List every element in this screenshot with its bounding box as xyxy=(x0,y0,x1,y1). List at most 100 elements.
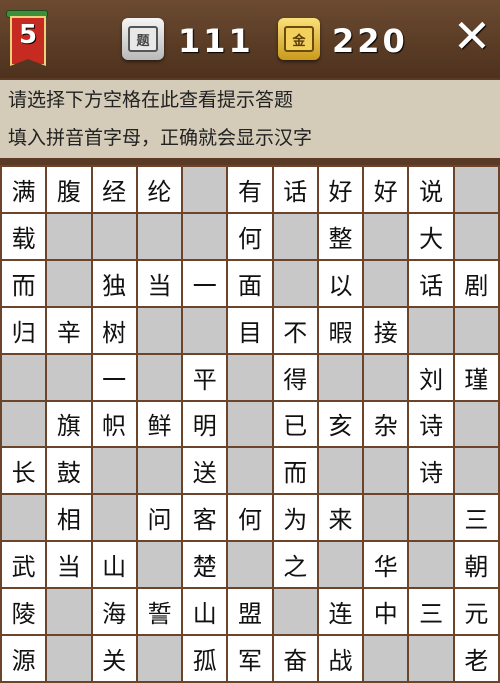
grid-cell-empty[interactable] xyxy=(137,213,182,259)
grid-cell-filled[interactable]: 三 xyxy=(454,495,498,541)
grid-cell-empty[interactable] xyxy=(318,354,363,400)
grid-cell-empty[interactable] xyxy=(2,495,46,541)
grid-cell-filled[interactable]: 帜 xyxy=(92,401,136,447)
grid-cell-empty[interactable] xyxy=(228,401,272,447)
grid-cell-empty[interactable] xyxy=(47,213,91,259)
grid-cell-empty[interactable] xyxy=(454,401,498,447)
grid-cell-filled[interactable]: 得 xyxy=(273,354,317,400)
grid-cell-empty[interactable] xyxy=(273,213,317,259)
grid-cell-filled[interactable]: 长 xyxy=(2,448,46,494)
grid-cell-empty[interactable] xyxy=(183,307,227,353)
grid-cell-empty[interactable] xyxy=(364,213,408,259)
grid-cell-filled[interactable]: 华 xyxy=(364,542,408,588)
grid-cell-empty[interactable] xyxy=(47,589,91,635)
grid-cell-filled[interactable]: 而 xyxy=(273,448,317,494)
grid-cell-filled[interactable]: 剧 xyxy=(454,260,498,306)
grid-cell-empty[interactable] xyxy=(137,542,182,588)
grid-cell-empty[interactable] xyxy=(364,495,408,541)
grid-cell-empty[interactable] xyxy=(228,448,272,494)
grid-cell-filled[interactable]: 山 xyxy=(92,542,136,588)
grid-cell-empty[interactable] xyxy=(47,636,91,681)
grid-cell-filled[interactable]: 一 xyxy=(92,354,136,400)
grid-cell-empty[interactable] xyxy=(47,354,91,400)
grid-cell-empty[interactable] xyxy=(273,260,317,306)
grid-cell-empty[interactable] xyxy=(228,354,272,400)
grid-cell-filled[interactable]: 鲜 xyxy=(137,401,182,447)
grid-cell-filled[interactable]: 好 xyxy=(364,167,408,212)
grid-cell-filled[interactable]: 接 xyxy=(364,307,408,353)
grid-cell-filled[interactable]: 面 xyxy=(228,260,272,306)
grid-cell-filled[interactable]: 旗 xyxy=(47,401,91,447)
grid-cell-filled[interactable]: 载 xyxy=(2,213,46,259)
grid-cell-filled[interactable]: 不 xyxy=(273,307,317,353)
grid-cell-filled[interactable]: 孤 xyxy=(183,636,227,681)
grid-cell-filled[interactable]: 刘 xyxy=(409,354,453,400)
grid-cell-filled[interactable]: 海 xyxy=(92,589,136,635)
grid-cell-filled[interactable]: 为 xyxy=(273,495,317,541)
grid-cell-filled[interactable]: 话 xyxy=(273,167,317,212)
grid-cell-filled[interactable]: 腹 xyxy=(47,167,91,212)
grid-cell-filled[interactable]: 整 xyxy=(318,213,363,259)
grid-cell-empty[interactable] xyxy=(454,167,498,212)
grid-cell-filled[interactable]: 树 xyxy=(92,307,136,353)
grid-cell-filled[interactable]: 奋 xyxy=(273,636,317,681)
grid-cell-filled[interactable]: 元 xyxy=(454,589,498,635)
grid-cell-empty[interactable] xyxy=(364,636,408,681)
grid-cell-filled[interactable]: 问 xyxy=(137,495,182,541)
grid-cell-filled[interactable]: 独 xyxy=(92,260,136,306)
grid-cell-filled[interactable]: 战 xyxy=(318,636,363,681)
grid-cell-empty[interactable] xyxy=(92,213,136,259)
grid-cell-empty[interactable] xyxy=(183,167,227,212)
grid-cell-filled[interactable]: 瑾 xyxy=(454,354,498,400)
grid-cell-filled[interactable]: 武 xyxy=(2,542,46,588)
grid-cell-filled[interactable]: 源 xyxy=(2,636,46,681)
grid-cell-empty[interactable] xyxy=(409,307,453,353)
grid-cell-filled[interactable]: 关 xyxy=(92,636,136,681)
grid-cell-filled[interactable]: 一 xyxy=(183,260,227,306)
grid-cell-filled[interactable]: 当 xyxy=(137,260,182,306)
grid-cell-filled[interactable]: 纶 xyxy=(137,167,182,212)
grid-cell-filled[interactable]: 何 xyxy=(228,495,272,541)
grid-cell-filled[interactable]: 说 xyxy=(409,167,453,212)
grid-cell-filled[interactable]: 客 xyxy=(183,495,227,541)
grid-cell-filled[interactable]: 明 xyxy=(183,401,227,447)
gold-button[interactable]: 金 xyxy=(278,18,320,60)
grid-cell-empty[interactable] xyxy=(454,213,498,259)
grid-cell-empty[interactable] xyxy=(409,636,453,681)
grid-cell-filled[interactable]: 鼓 xyxy=(47,448,91,494)
grid-cell-empty[interactable] xyxy=(454,307,498,353)
grid-cell-empty[interactable] xyxy=(318,448,363,494)
hint-button[interactable]: 题 xyxy=(122,18,164,60)
grid-cell-filled[interactable]: 来 xyxy=(318,495,363,541)
grid-cell-filled[interactable]: 楚 xyxy=(183,542,227,588)
grid-cell-filled[interactable]: 陵 xyxy=(2,589,46,635)
grid-cell-empty[interactable] xyxy=(92,448,136,494)
grid-cell-filled[interactable]: 平 xyxy=(183,354,227,400)
grid-cell-empty[interactable] xyxy=(92,495,136,541)
grid-cell-filled[interactable]: 以 xyxy=(318,260,363,306)
grid-cell-filled[interactable]: 中 xyxy=(364,589,408,635)
grid-cell-empty[interactable] xyxy=(273,589,317,635)
grid-cell-filled[interactable]: 已 xyxy=(273,401,317,447)
grid-cell-empty[interactable] xyxy=(409,542,453,588)
grid-cell-filled[interactable]: 辛 xyxy=(47,307,91,353)
grid-cell-empty[interactable] xyxy=(364,260,408,306)
grid-cell-filled[interactable]: 满 xyxy=(2,167,46,212)
grid-cell-filled[interactable]: 誓 xyxy=(137,589,182,635)
grid-cell-filled[interactable]: 朝 xyxy=(454,542,498,588)
grid-cell-filled[interactable]: 军 xyxy=(228,636,272,681)
grid-cell-filled[interactable]: 大 xyxy=(409,213,453,259)
grid-cell-empty[interactable] xyxy=(318,542,363,588)
grid-cell-filled[interactable]: 之 xyxy=(273,542,317,588)
grid-cell-filled[interactable]: 三 xyxy=(409,589,453,635)
grid-cell-empty[interactable] xyxy=(2,354,46,400)
grid-cell-filled[interactable]: 诗 xyxy=(409,448,453,494)
grid-cell-filled[interactable]: 杂 xyxy=(364,401,408,447)
grid-cell-filled[interactable]: 而 xyxy=(2,260,46,306)
grid-cell-empty[interactable] xyxy=(137,354,182,400)
grid-cell-filled[interactable]: 好 xyxy=(318,167,363,212)
grid-cell-filled[interactable]: 目 xyxy=(228,307,272,353)
grid-cell-empty[interactable] xyxy=(47,260,91,306)
grid-cell-filled[interactable]: 山 xyxy=(183,589,227,635)
grid-cell-filled[interactable]: 当 xyxy=(47,542,91,588)
